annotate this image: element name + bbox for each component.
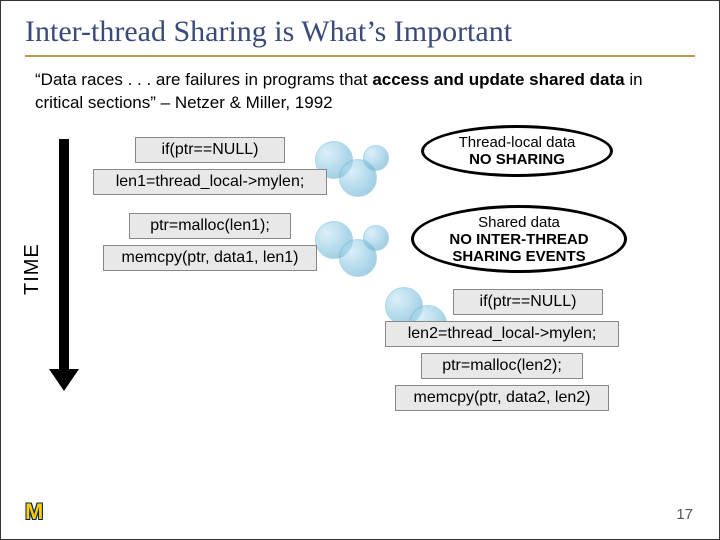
page-title: Inter-thread Sharing is What’s Important bbox=[25, 15, 695, 49]
code-t2-malloc: ptr=malloc(len2); bbox=[421, 353, 583, 379]
blob-icon bbox=[363, 225, 389, 251]
code-t2-memcpy: memcpy(ptr, data2, len2) bbox=[395, 385, 609, 411]
time-axis: TIME bbox=[29, 135, 73, 395]
code-t2-len: len2=thread_local->mylen; bbox=[385, 321, 619, 347]
code-t1-if: if(ptr==NULL) bbox=[135, 137, 285, 163]
title-underline bbox=[25, 55, 695, 57]
time-arrow-head bbox=[49, 369, 79, 391]
code-t1-malloc: ptr=malloc(len1); bbox=[129, 213, 291, 239]
callout2-line1: Shared data bbox=[424, 214, 614, 231]
logo-icon: M bbox=[25, 499, 43, 525]
time-arrow-line bbox=[59, 139, 69, 371]
blob-icon bbox=[363, 145, 389, 171]
callout2-line2a: NO INTER-THREAD bbox=[424, 231, 614, 248]
page-number: 17 bbox=[676, 506, 693, 523]
callout-threadlocal: Thread-local data NO SHARING bbox=[421, 125, 613, 177]
callout1-line1: Thread-local data bbox=[434, 134, 600, 151]
quote-bold: access and update shared data bbox=[372, 70, 624, 89]
quote-text: “Data races . . . are failures in progra… bbox=[35, 69, 689, 115]
quote-pre: “Data races . . . are failures in progra… bbox=[35, 70, 372, 89]
diagram-area: TIME if(ptr==NULL) len1=thread_local->my… bbox=[25, 129, 695, 459]
code-t1-memcpy: memcpy(ptr, data1, len1) bbox=[103, 245, 317, 271]
callout2-line2b: SHARING EVENTS bbox=[424, 248, 614, 265]
time-label: TIME bbox=[21, 243, 44, 295]
blob-group-2 bbox=[315, 217, 415, 287]
slide: Inter-thread Sharing is What’s Important… bbox=[0, 0, 720, 540]
blob-group-1 bbox=[315, 135, 415, 205]
code-t2-if: if(ptr==NULL) bbox=[453, 289, 603, 315]
callout1-line2: NO SHARING bbox=[434, 151, 600, 168]
code-t1-len: len1=thread_local->mylen; bbox=[93, 169, 327, 195]
callout-shared: Shared data NO INTER-THREAD SHARING EVEN… bbox=[411, 205, 627, 273]
